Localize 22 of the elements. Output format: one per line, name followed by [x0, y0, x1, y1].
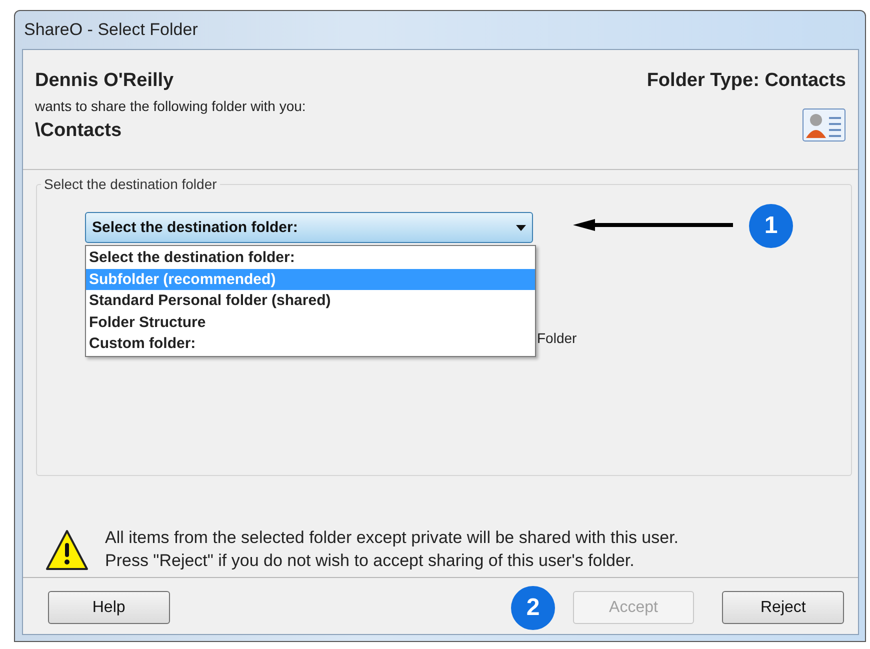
window-title: ShareO - Select Folder — [24, 20, 198, 40]
callout-badge: 2 — [511, 586, 555, 630]
group-legend: Select the destination folder — [41, 176, 220, 192]
option-label: Folder — [537, 330, 577, 346]
destination-dropdown[interactable]: Select the destination folder: — [85, 212, 533, 243]
reject-button[interactable]: Reject — [722, 591, 844, 624]
arrow-icon — [573, 218, 733, 232]
warning-text: Press "Reject" if you do not wish to accept sharing of this user's folder. — [105, 551, 636, 571]
dropdown-option[interactable]: Standard Personal folder (shared) — [86, 290, 535, 312]
folder-path: \Contacts — [35, 120, 122, 142]
dropdown-option[interactable]: Folder Structure — [86, 312, 535, 333]
folder-type: Folder Type: Contacts — [646, 70, 846, 92]
help-button[interactable]: Help — [48, 591, 170, 624]
contact-card-icon — [802, 108, 846, 142]
share-message: wants to share the following folder with you: — [35, 98, 306, 114]
warning-icon — [45, 528, 89, 570]
dropdown-option[interactable]: Select the destination folder: — [86, 247, 535, 268]
warning-text: All items from the selected folder except private will be shared with this user. — [105, 528, 679, 548]
dropdown-option[interactable]: Custom folder: — [86, 333, 535, 354]
callout-badge: 1 — [749, 204, 793, 248]
caret-icon — [516, 224, 526, 230]
sender-name: Dennis O'Reilly — [35, 70, 174, 92]
